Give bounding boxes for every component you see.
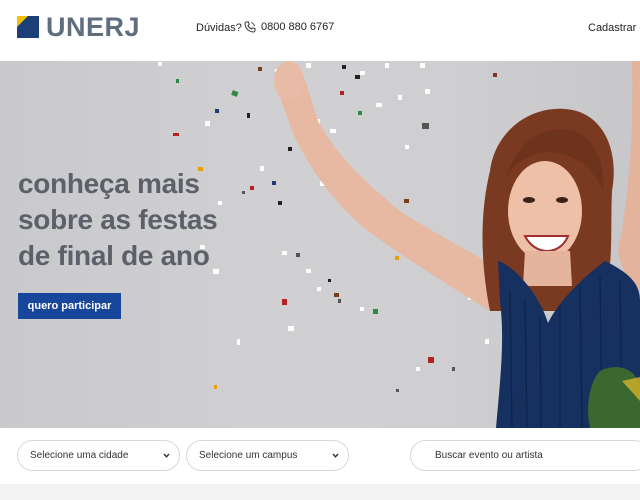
chevron-down-icon [332, 453, 339, 458]
filter-bar: Selecione uma cidade Selecione um campus [0, 428, 640, 484]
city-select-value: Selecione uma cidade [30, 450, 129, 461]
hero-banner: conheça mais sobre as festas de final de… [0, 61, 640, 428]
logo-mark-icon [17, 16, 39, 38]
hero-title-line: de final de ano [18, 240, 210, 271]
logo-text: UNERJ [46, 12, 141, 42]
search-input[interactable] [435, 450, 625, 461]
chevron-down-icon [163, 453, 170, 458]
hero-title: conheça mais sobre as festas de final de… [18, 166, 278, 274]
campus-select-value: Selecione um campus [199, 450, 298, 461]
city-select[interactable]: Selecione uma cidade [17, 440, 180, 471]
help-link[interactable]: Dúvidas? [196, 22, 242, 34]
register-event-link[interactable]: Cadastrar ev [588, 22, 640, 34]
phone-number: 0800 880 6767 [261, 21, 335, 33]
hero-title-line: conheça mais [18, 168, 200, 199]
celebrating-woman-photo [274, 61, 640, 428]
page-bottom-strip [0, 484, 640, 500]
campus-select[interactable]: Selecione um campus [186, 440, 349, 471]
search-field[interactable] [410, 440, 640, 471]
hero-title-line: sobre as festas [18, 204, 218, 235]
phone-contact[interactable]: 0800 880 6767 [244, 21, 334, 33]
phone-icon [244, 21, 256, 33]
site-header: UNERJ Dúvidas? 0800 880 6767 Cadastrar e… [0, 0, 640, 61]
logo[interactable]: UNERJ [17, 12, 141, 42]
participate-button[interactable]: quero participar [18, 293, 121, 319]
